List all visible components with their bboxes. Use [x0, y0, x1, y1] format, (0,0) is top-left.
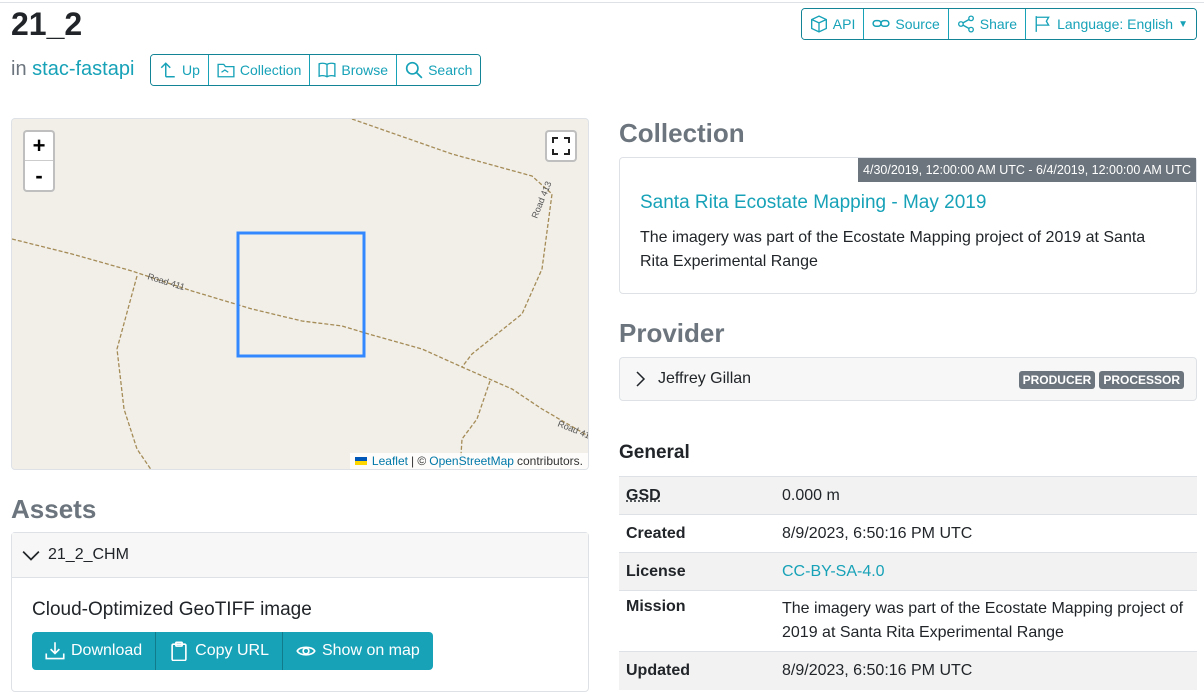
search-button[interactable]: Search: [397, 55, 481, 85]
road-west-branch: [116, 275, 152, 469]
eye-icon: [296, 646, 316, 656]
map-view[interactable]: Road 411 Road 413 Road 41 + - Leaflet | …: [11, 118, 589, 470]
date-range-badge: 4/30/2019, 12:00:00 AM UTC - 6/4/2019, 1…: [858, 158, 1196, 182]
page-title: 21_2: [11, 6, 83, 42]
up-button[interactable]: Up: [151, 55, 209, 85]
download-icon: [45, 642, 65, 660]
top-toolbar: API Source Share Language: English ▼: [800, 8, 1197, 40]
asset-name: 21_2_CHM: [48, 546, 129, 563]
fullscreen-button[interactable]: [545, 130, 577, 162]
collection-title-link[interactable]: Santa Rita Ecostate Mapping - May 2019: [640, 192, 986, 214]
folder-icon: [217, 63, 235, 78]
gsd-value: 0.000 m: [775, 476, 1197, 515]
copy-url-button[interactable]: Copy URL: [156, 632, 283, 670]
fullscreen-icon: [552, 137, 570, 155]
table-row: Mission The imagery was part of the Ecos…: [619, 590, 1197, 652]
table-row: Updated 8/9/2023, 6:50:16 PM UTC: [619, 651, 1197, 690]
flag-icon: [1035, 16, 1050, 32]
share-icon: [957, 15, 974, 33]
created-value: 8/9/2023, 6:50:16 PM UTC: [775, 514, 1197, 553]
collection-card: 4/30/2019, 12:00:00 AM UTC - 6/4/2019, 1…: [619, 157, 1197, 294]
book-icon: [318, 62, 336, 78]
updated-value: 8/9/2023, 6:50:16 PM UTC: [775, 651, 1197, 690]
table-row: Created 8/9/2023, 6:50:16 PM UTC: [619, 514, 1197, 553]
asset-card: 21_2_CHM Cloud-Optimized GeoTIFF image D…: [11, 532, 589, 692]
catalog-link[interactable]: stac-fastapi: [32, 58, 134, 80]
updated-label: Updated: [619, 651, 775, 690]
mission-value: The imagery was part of the Ecostate Map…: [775, 590, 1197, 652]
ukraine-flag-icon: [354, 457, 367, 465]
show-on-map-button[interactable]: Show on map: [282, 632, 433, 670]
clipboard-icon: [171, 641, 187, 661]
road-label-411: Road 411: [146, 271, 186, 292]
collection-description: The imagery was part of the Ecostate Map…: [640, 229, 1146, 270]
caret-down-icon: ▼: [1178, 18, 1188, 30]
item-footprint: [236, 231, 366, 358]
road-413-north: [351, 119, 553, 368]
role-badge: PROCESSOR: [1099, 371, 1184, 389]
properties-table: GSD 0.000 m Created 8/9/2023, 6:50:16 PM…: [619, 476, 1197, 690]
collection-button[interactable]: Collection: [208, 55, 311, 85]
license-link[interactable]: CC-BY-SA-4.0: [782, 563, 885, 580]
road-label-41: Road 41: [556, 419, 589, 441]
nav-toolbar: Up Collection Browse Search: [150, 54, 482, 86]
role-badge: PRODUCER: [1018, 371, 1096, 389]
zoom-out-button[interactable]: -: [25, 161, 53, 190]
parent-catalog-line: in stac-fastapi: [11, 58, 135, 80]
arrow-up-icon: [160, 62, 175, 78]
chevron-right-icon: [636, 371, 646, 387]
collection-heading: Collection: [619, 118, 745, 148]
asset-description: Cloud-Optimized GeoTIFF image: [32, 599, 312, 620]
share-button[interactable]: Share: [948, 9, 1027, 39]
table-row: License CC-BY-SA-4.0: [619, 552, 1197, 591]
leaflet-link[interactable]: Leaflet: [372, 454, 408, 468]
language-dropdown[interactable]: Language: English ▼: [1026, 9, 1196, 39]
map-attribution: Leaflet | © OpenStreetMap contributors.: [349, 453, 588, 469]
created-label: Created: [619, 514, 775, 553]
asset-actions: Download Copy URL Show on map: [32, 632, 433, 670]
search-icon: [405, 61, 423, 79]
assets-heading: Assets: [11, 494, 97, 524]
table-row: GSD 0.000 m: [619, 476, 1197, 515]
link-icon: [872, 19, 890, 27]
provider-heading: Provider: [619, 318, 725, 348]
provider-name: Jeffrey Gillan: [658, 370, 752, 387]
api-button[interactable]: API: [801, 9, 865, 39]
gsd-label: GSD: [626, 486, 661, 504]
source-button[interactable]: Source: [864, 9, 949, 39]
top-border: [0, 0, 1204, 3]
zoom-in-button[interactable]: +: [25, 132, 53, 161]
mission-label: Mission: [619, 590, 775, 652]
provider-roles: PRODUCER PROCESSOR: [1018, 371, 1184, 389]
osm-link[interactable]: OpenStreetMap: [429, 454, 514, 468]
map-roads-layer: Road 411 Road 413 Road 41: [12, 119, 589, 469]
box-icon: [810, 15, 827, 33]
road-411: [12, 238, 588, 437]
general-heading: General: [619, 442, 690, 463]
chevron-down-icon: [22, 551, 40, 561]
asset-header[interactable]: 21_2_CHM: [12, 533, 588, 578]
zoom-control: + -: [23, 130, 55, 192]
provider-item[interactable]: Jeffrey Gillan PRODUCER PROCESSOR: [619, 357, 1197, 401]
license-label: License: [619, 552, 775, 591]
download-button[interactable]: Download: [32, 632, 157, 670]
browse-button[interactable]: Browse: [310, 55, 398, 85]
